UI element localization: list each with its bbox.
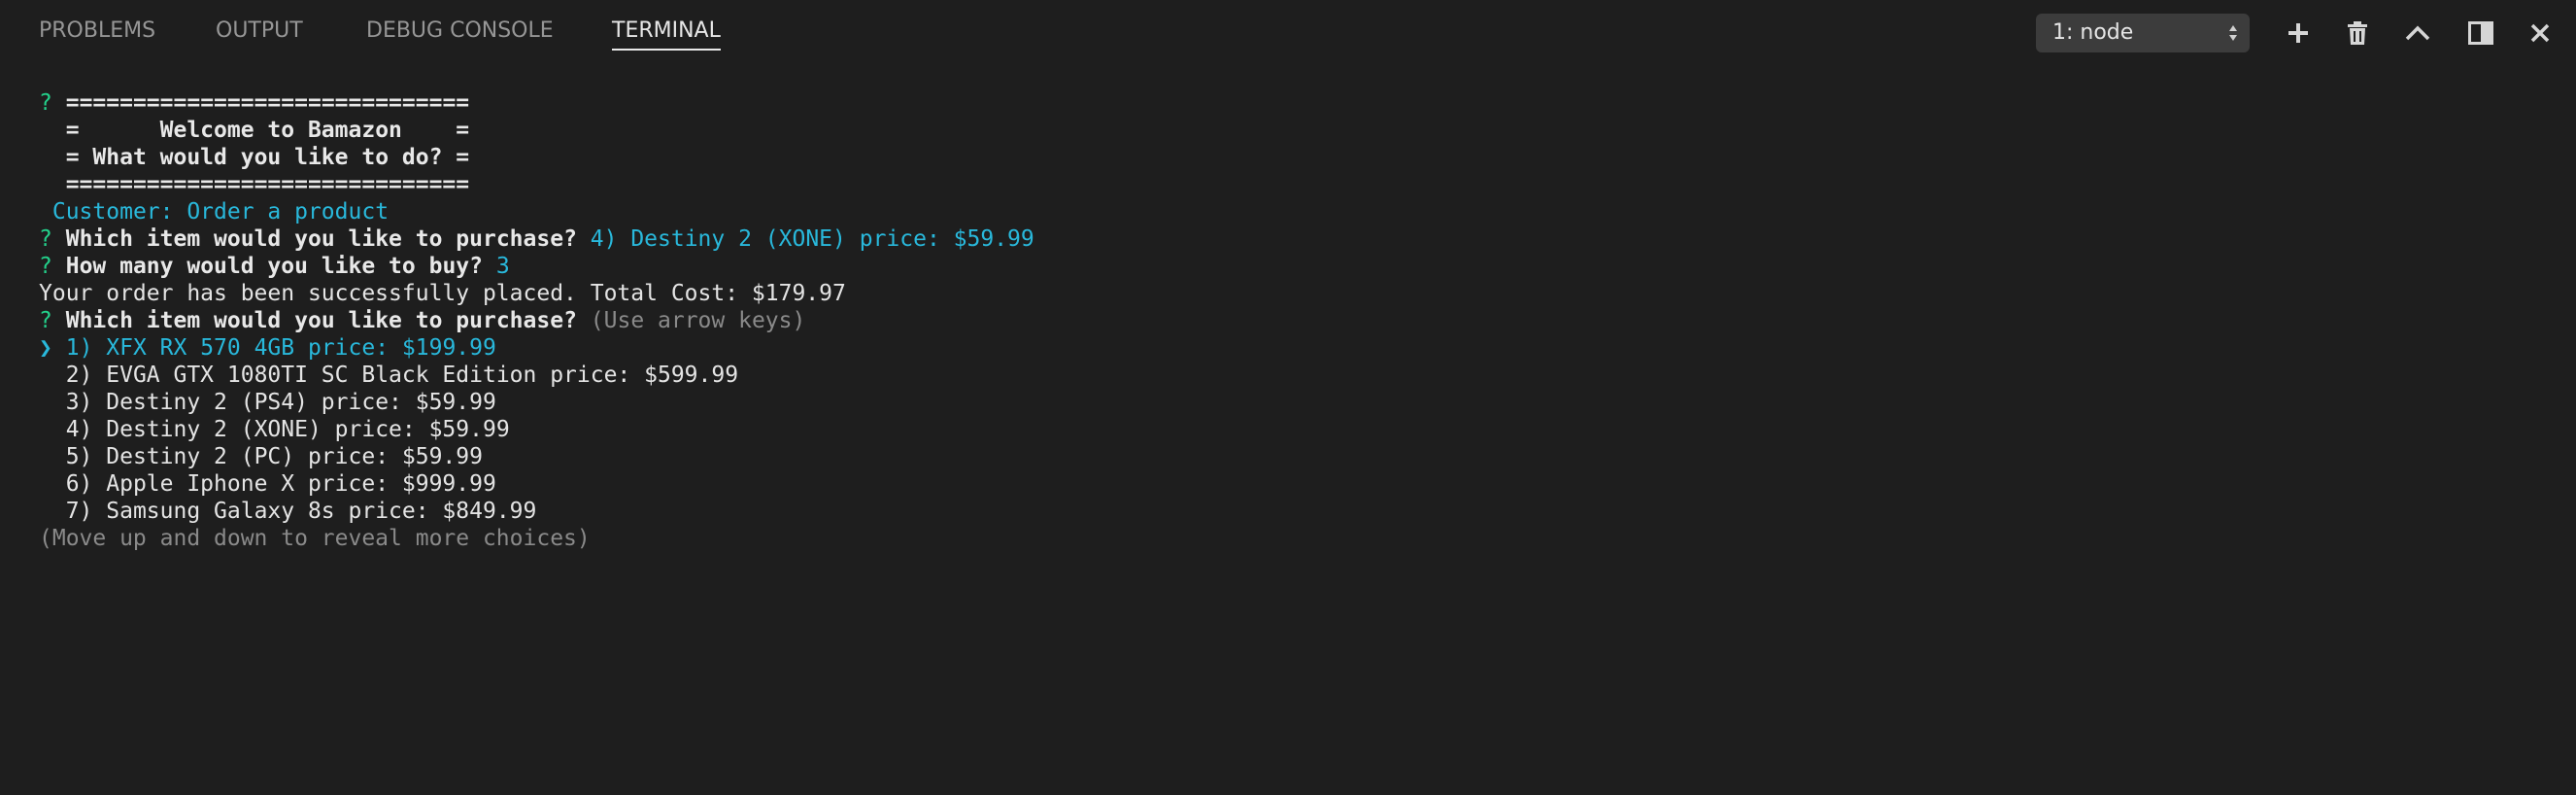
close-icon <box>2530 23 2550 43</box>
split-icon <box>2468 21 2493 45</box>
choice-item[interactable]: 2) EVGA GTX 1080TI SC Black Edition pric… <box>39 362 2545 389</box>
item-answer: 4) Destiny 2 (XONE) price: $59.99 <box>590 226 1034 252</box>
panel-header: PROBLEMS OUTPUT DEBUG CONSOLE TERMINAL 1… <box>0 0 2576 62</box>
banner-title: = Welcome to Bamazon = <box>65 118 470 143</box>
choice-item-selected[interactable]: ❯ 1) XFX RX 570 4GB price: $199.99 <box>39 334 2545 362</box>
more-choices-hint: (Move up and down to reveal more choices… <box>39 526 591 551</box>
item-question-2: Which item would you like to purchase? <box>65 308 577 333</box>
maximize-panel-button[interactable] <box>2400 16 2435 51</box>
menu-answer: Customer: Order a product <box>51 199 390 225</box>
choice-label: 2) EVGA GTX 1080TI SC Black Edition pric… <box>65 363 739 388</box>
prompt-mark: ? <box>39 226 52 252</box>
choice-item[interactable]: 4) Destiny 2 (XONE) price: $59.99 <box>39 416 2545 443</box>
choice-label: 3) Destiny 2 (PS4) price: $59.99 <box>65 390 496 415</box>
arrow-keys-hint: (Use arrow keys) <box>590 308 806 333</box>
terminal-output[interactable]: ? ============================== = Welco… <box>39 89 2545 770</box>
terminal-instance-select[interactable]: 1: node <box>2036 14 2250 52</box>
choice-label: 4) Destiny 2 (XONE) price: $59.99 <box>65 417 510 442</box>
terminal-line: ? How many would you like to buy? 3 <box>39 253 2545 280</box>
prompt-mark: ? <box>39 90 52 116</box>
quantity-answer: 3 <box>495 254 510 279</box>
order-result: Your order has been successfully placed.… <box>39 281 846 306</box>
kill-terminal-button[interactable] <box>2340 16 2375 51</box>
banner-question: = What would you like to do? = <box>65 145 470 170</box>
terminal-line: (Move up and down to reveal more choices… <box>39 525 2545 552</box>
terminal-line: Your order has been successfully placed.… <box>39 280 2545 307</box>
trash-icon <box>2348 21 2367 45</box>
choice-label: 5) Destiny 2 (PC) price: $59.99 <box>65 444 483 469</box>
prompt-mark: ? <box>39 308 52 333</box>
choice-label: 7) Samsung Galaxy 8s price: $849.99 <box>65 499 537 524</box>
choice-item[interactable]: 6) Apple Iphone X price: $999.99 <box>39 470 2545 498</box>
terminal-line: ? ============================== <box>39 89 2545 117</box>
new-terminal-button[interactable] <box>2281 16 2316 51</box>
choice-label: 6) Apple Iphone X price: $999.99 <box>65 471 496 497</box>
terminal-line: = What would you like to do? = <box>39 144 2545 171</box>
terminal-instance-value: 1: node <box>2052 20 2134 45</box>
quantity-question: How many would you like to buy? <box>65 254 483 279</box>
cursor-icon: ❯ <box>39 335 52 361</box>
banner-border-top: ============================== <box>65 90 470 116</box>
terminal-line: ============================== <box>39 171 2545 198</box>
split-terminal-button[interactable] <box>2463 16 2498 51</box>
close-panel-button[interactable] <box>2523 16 2558 51</box>
terminal-line: = Welcome to Bamazon = <box>39 117 2545 144</box>
plus-icon <box>2288 23 2308 43</box>
choice-item[interactable]: 5) Destiny 2 (PC) price: $59.99 <box>39 443 2545 470</box>
banner-border-bottom: ============================== <box>65 172 470 197</box>
select-arrows-icon <box>2229 25 2237 41</box>
choice-label: 1) XFX RX 570 4GB price: $199.99 <box>65 335 496 361</box>
terminal-line: Customer: Order a product <box>39 198 2545 225</box>
tab-debug-console[interactable]: DEBUG CONSOLE <box>366 18 554 48</box>
chevron-up-icon <box>2405 25 2430 41</box>
tab-problems[interactable]: PROBLEMS <box>39 18 155 48</box>
item-question: Which item would you like to purchase? <box>65 226 577 252</box>
prompt-mark: ? <box>39 254 52 279</box>
terminal-line: ? Which item would you like to purchase?… <box>39 225 2545 253</box>
choice-item[interactable]: 3) Destiny 2 (PS4) price: $59.99 <box>39 389 2545 416</box>
choice-item[interactable]: 7) Samsung Galaxy 8s price: $849.99 <box>39 498 2545 525</box>
terminal-line: ? Which item would you like to purchase?… <box>39 307 2545 334</box>
tab-terminal[interactable]: TERMINAL <box>612 18 721 51</box>
tab-output[interactable]: OUTPUT <box>216 18 303 48</box>
